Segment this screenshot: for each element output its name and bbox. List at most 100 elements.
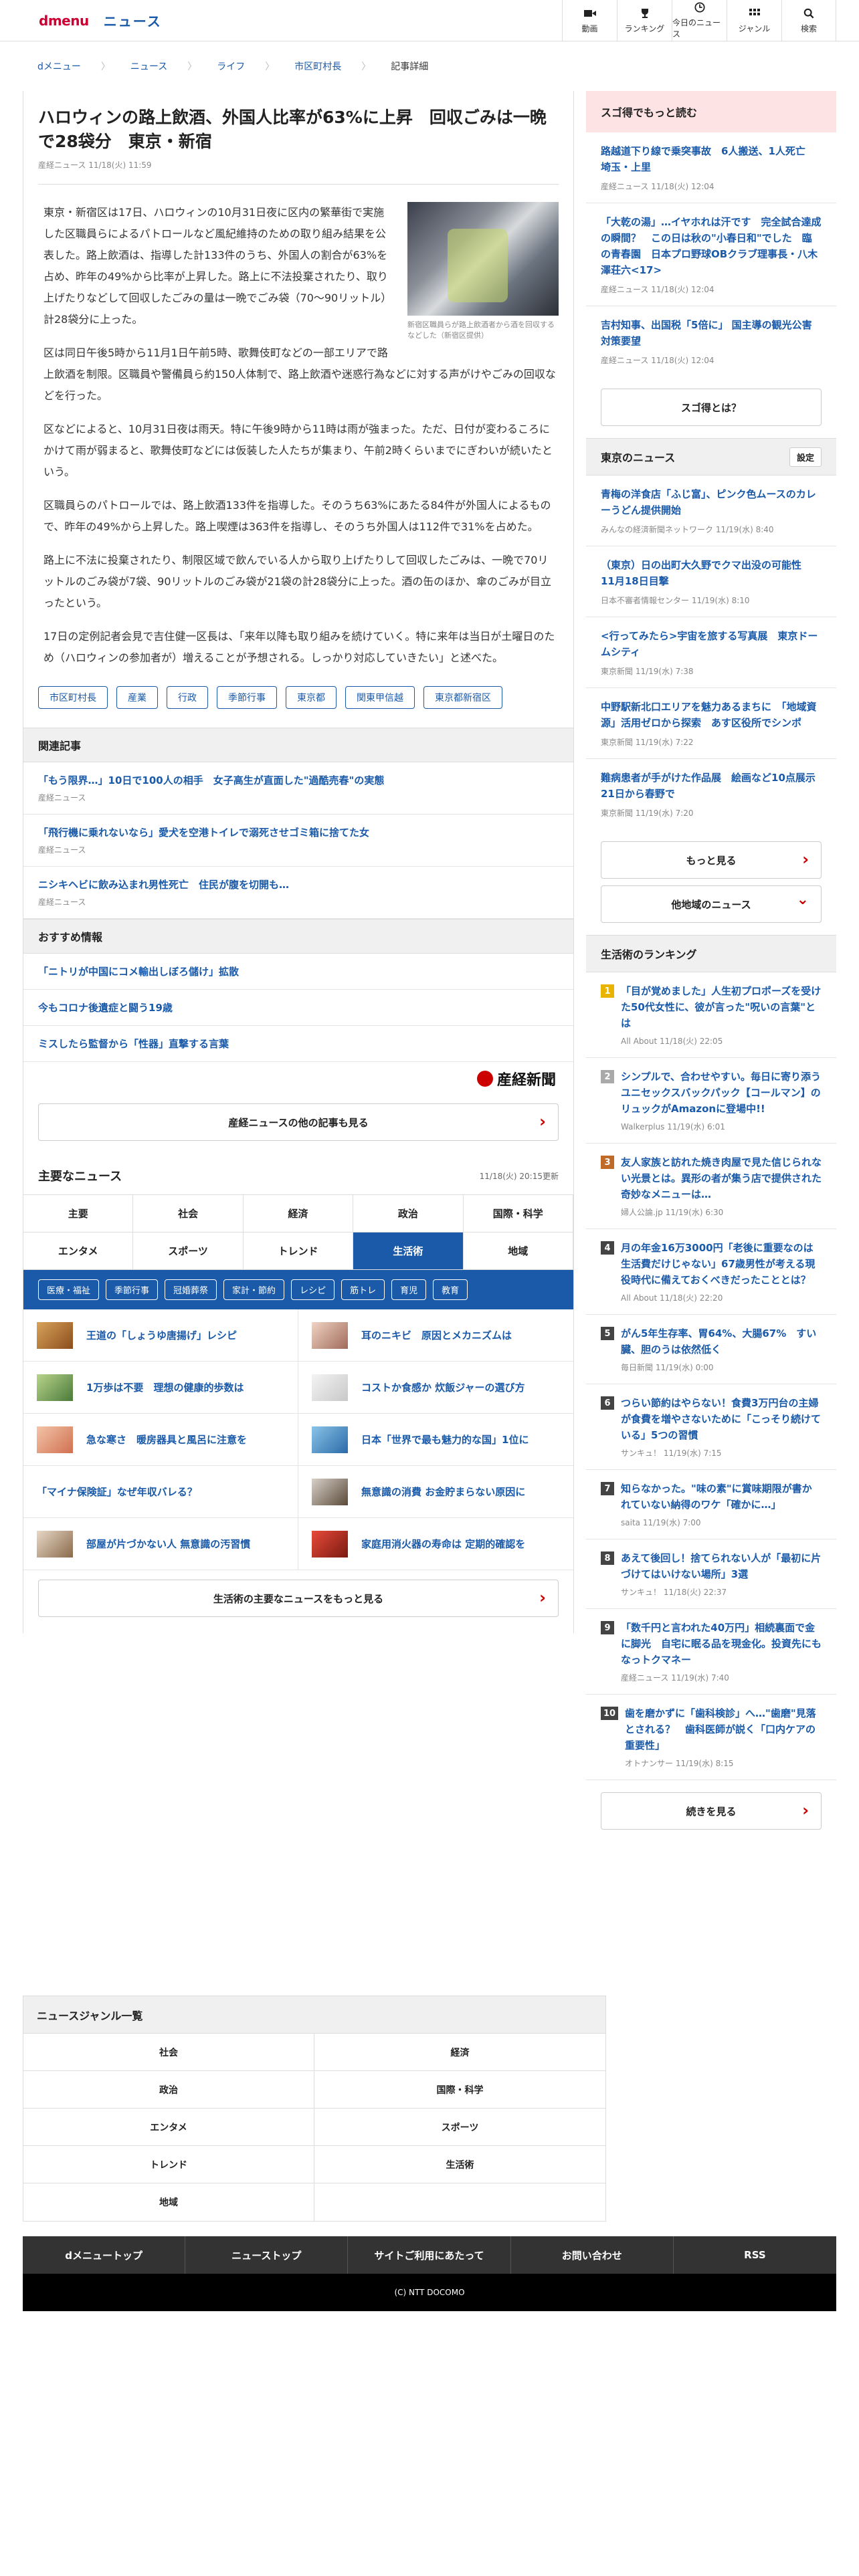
sugotoku-about-button[interactable]: スゴ得とは？	[601, 389, 822, 426]
rank-title[interactable]: あえて後回し！捨てられない人が「最初に片づけてはいけない場所」3選	[621, 1550, 822, 1582]
subtab[interactable]: 育児	[391, 1279, 427, 1300]
related-item[interactable]: ニシキヘビに飲み込まれ男性死亡 住民が腹を切開も… 産経ニュース	[23, 867, 573, 919]
tokyo-news-title[interactable]: 難病患者が手がけた作品展 絵画など10点展示 21日から春野で	[601, 770, 826, 802]
nav-today[interactable]: 今日のニュース	[672, 0, 727, 41]
tag[interactable]: 市区町村長	[38, 686, 108, 709]
news-thumbnail[interactable]	[37, 1374, 73, 1401]
tab-region[interactable]: 地域	[463, 1232, 573, 1270]
subtab[interactable]: 冠婚葬祭	[165, 1279, 217, 1300]
recommend-item[interactable]: ミスしたら監督から「性器」直撃する言葉	[23, 1026, 573, 1062]
news-thumbnail[interactable]	[312, 1426, 348, 1453]
tab-trend[interactable]: トレンド	[243, 1232, 354, 1270]
footer-link-dmenu-top[interactable]: dメニュートップ	[23, 2236, 186, 2274]
rank-title[interactable]: 月の年金16万3000円「老後に重要なのは生活費だけじゃない」67歳男性が考える…	[621, 1240, 822, 1288]
news-section-logo[interactable]: ニュース	[104, 11, 162, 30]
pickup-item[interactable]: 「大乾の湯」…イヤホれは汗です 完全試合達成の瞬間？ この日は秋の"小春日和"で…	[586, 203, 836, 306]
region-setting-button[interactable]: 設定	[789, 447, 822, 467]
genre-link[interactable]: 生活術	[314, 2146, 605, 2183]
nav-video[interactable]: 動画	[562, 0, 617, 41]
news-item[interactable]: 部屋が片づかない人 無意識の汚習慣	[23, 1518, 298, 1570]
pickup-item[interactable]: 吉村知事、出国税「5倍に」 国主導の観光公害対策要望 産経ニュース 11/18(火…	[586, 306, 836, 377]
tag[interactable]: 行政	[167, 686, 208, 709]
ranking-item[interactable]: 7 知らなかった。"味の素"に賞味期限が書かれていない納得のワケ「確かに…」 sai…	[586, 1470, 836, 1539]
tab-main[interactable]: 主要	[23, 1195, 134, 1232]
ranking-item[interactable]: 5 がん5年生存率、胃64%、大腸67% すい臓、胆のうは依然低く 毎日新聞 11/…	[586, 1315, 836, 1384]
footer-link-news-top[interactable]: ニューストップ	[185, 2236, 349, 2274]
news-title[interactable]: 家庭用消火器の寿命は 定期的確認を	[361, 1537, 525, 1551]
tokyo-news-title[interactable]: <行ってみたら>宇宙を旅する写真展 東京ドームシティ	[601, 628, 822, 660]
news-item[interactable]: 1万歩は不要 理想の健康的歩数は	[23, 1362, 298, 1414]
news-item[interactable]: 王道の「しょうゆ唐揚げ」レシピ	[23, 1309, 298, 1362]
news-title[interactable]: 部屋が片づかない人 無意識の汚習慣	[86, 1537, 250, 1551]
rank-title[interactable]: がん5年生存率、胃64%、大腸67% すい臓、胆のうは依然低く	[621, 1325, 822, 1358]
ranking-item[interactable]: 4 月の年金16万3000円「老後に重要なのは生活費だけじゃない」67歳男性が考え…	[586, 1229, 836, 1315]
nav-ranking[interactable]: ランキング	[617, 0, 672, 41]
tokyo-more-button[interactable]: もっと見る	[601, 841, 822, 879]
tab-lifestyle[interactable]: 生活術	[353, 1232, 464, 1270]
rank-title[interactable]: 「目が覚めました」人生初プロポーズを受けた50代女性に、彼が言った"呪いの言葉"…	[621, 983, 822, 1031]
rank-title[interactable]: 友人家族と訪れた焼き肉屋で見た信じられない光景とは。異形の者が集う店で提供された…	[621, 1154, 822, 1202]
news-title[interactable]: 日本「世界で最も魅力的な国」1位に	[361, 1432, 529, 1446]
news-item[interactable]: 耳のニキビ 原因とメカニズムは	[298, 1309, 573, 1362]
ranking-item[interactable]: 1 「目が覚めました」人生初プロポーズを受けた50代女性に、彼が言った"呪いの言葉…	[586, 972, 836, 1058]
tokyo-news-item[interactable]: （東京）日の出町大久野でクマ出没の可能性 11月18日目撃 日本不審者情報センター…	[586, 546, 836, 617]
tokyo-news-item[interactable]: 難病患者が手がけた作品展 絵画など10点展示 21日から春野で 東京新聞 11/1…	[586, 759, 836, 829]
tab-entertainment[interactable]: エンタメ	[23, 1232, 134, 1270]
related-title[interactable]: 「もう限界…」10日で100人の相手 女子高生が直面した"過酷売春"の実態	[38, 773, 559, 788]
genre-link[interactable]: 政治	[23, 2071, 314, 2109]
pickup-title[interactable]: 「大乾の湯」…イヤホれは汗です 完全試合達成の瞬間？ この日は秋の"小春日和"で…	[601, 214, 822, 278]
footer-link-terms[interactable]: サイトご利用にあたって	[348, 2236, 511, 2274]
other-region-button[interactable]: 他地域のニュース	[601, 885, 822, 923]
more-lifestyle-button[interactable]: 生活術の主要なニュースをもっと見る	[38, 1580, 559, 1617]
subtab[interactable]: 季節行事	[106, 1279, 159, 1300]
recommend-item[interactable]: 「ニトリが中国にコメ輸出しぼろ儲け」拡散	[23, 954, 573, 990]
news-thumbnail[interactable]	[312, 1478, 348, 1505]
ranking-item[interactable]: 2 シンプルで、合わせやすい。毎日に寄り添うユニセックスバックパック【コールマン】…	[586, 1058, 836, 1144]
article-photo[interactable]: 新宿区職員らが路上飲酒者から酒を回収するなどした（新宿区提供）	[407, 202, 559, 341]
news-item[interactable]: 無意識の消費 お金貯まらない原因に	[298, 1466, 573, 1518]
genre-link[interactable]: エンタメ	[23, 2109, 314, 2146]
publisher-logo[interactable]: 産経新聞	[23, 1062, 573, 1095]
news-title[interactable]: コストか食感か 炊飯ジャーの選び方	[361, 1380, 524, 1394]
tab-society[interactable]: 社会	[133, 1195, 244, 1232]
news-thumbnail[interactable]	[312, 1530, 348, 1558]
tag[interactable]: 東京都新宿区	[423, 686, 502, 709]
tab-politics[interactable]: 政治	[353, 1195, 464, 1232]
news-thumbnail[interactable]	[37, 1321, 73, 1349]
tag[interactable]: 関東甲信越	[345, 686, 415, 709]
tokyo-news-item[interactable]: 中野駅新北口エリアを魅力あるまちに 「地域資源」活用ゼロから探索 あす区役所でシ…	[586, 688, 836, 759]
subtab[interactable]: 筋トレ	[341, 1279, 385, 1300]
footer-link-rss[interactable]: RSS	[674, 2236, 836, 2274]
tag[interactable]: 東京都	[286, 686, 337, 709]
news-thumbnail[interactable]	[312, 1321, 348, 1349]
tab-economy[interactable]: 経済	[243, 1195, 354, 1232]
genre-link[interactable]: 地域	[23, 2183, 314, 2221]
rank-title[interactable]: 歯を磨かずに「歯科検診」へ…"歯磨"見落とされる？ 歯科医師が説く「口内ケアの重…	[625, 1705, 822, 1753]
rank-title[interactable]: 知らなかった。"味の素"に賞味期限が書かれていない納得のワケ「確かに…」	[621, 1481, 822, 1513]
pickup-title[interactable]: 吉村知事、出国税「5倍に」 国主導の観光公害対策要望	[601, 317, 822, 349]
recommend-item[interactable]: 今もコロナ後遺症と闘う19歳	[23, 990, 573, 1026]
breadcrumb-news[interactable]: ニュース	[130, 60, 167, 73]
ranking-item[interactable]: 6 つらい節約はやらない！食費3万円台の主婦が食費を増やさないために「こっそり続け…	[586, 1384, 836, 1470]
tokyo-news-title[interactable]: 青梅の洋食店「ふじ富」、ピンク色ムースのカレーうどん提供開始	[601, 486, 822, 518]
news-title[interactable]: 「マイナ保険証」なぜ年収バレる？	[37, 1485, 197, 1499]
tab-world[interactable]: 国際・科学	[463, 1195, 573, 1232]
ranking-item[interactable]: 3 友人家族と訪れた焼き肉屋で見た信じられない光景とは。異形の者が集う店で提供され…	[586, 1144, 836, 1229]
related-title[interactable]: 「飛行機に乗れないなら」愛犬を空港トイレで溺死させゴミ箱に捨てた女	[38, 825, 559, 840]
related-item[interactable]: 「飛行機に乗れないなら」愛犬を空港トイレで溺死させゴミ箱に捨てた女 産経ニュース	[23, 815, 573, 867]
nav-genre[interactable]: ジャンル	[727, 0, 781, 41]
breadcrumb-mayor[interactable]: 市区町村長	[294, 60, 341, 73]
ranking-item[interactable]: 9 「数千円と言われた40万円」相続裏面で金に脚光 自宅に眠る品を現金化。投資先に…	[586, 1609, 836, 1695]
footer-link-contact[interactable]: お問い合わせ	[511, 2236, 674, 2274]
tokyo-news-title[interactable]: 中野駅新北口エリアを魅力あるまちに 「地域資源」活用ゼロから探索 あす区役所でシ…	[601, 699, 822, 731]
news-item[interactable]: 日本「世界で最も魅力的な国」1位に	[298, 1414, 573, 1466]
subtab[interactable]: 家計・節約	[223, 1279, 285, 1300]
dmenu-logo[interactable]: dmenu	[39, 13, 89, 29]
tokyo-news-item[interactable]: <行ってみたら>宇宙を旅する写真展 東京ドームシティ 東京新聞 11/19(水) …	[586, 617, 836, 688]
subtab[interactable]: レシピ	[291, 1279, 335, 1300]
tag[interactable]: 季節行事	[217, 686, 277, 709]
ranking-more-button[interactable]: 続きを見る	[601, 1792, 822, 1830]
news-title[interactable]: 無意識の消費 お金貯まらない原因に	[361, 1485, 525, 1499]
photo-image[interactable]	[407, 202, 559, 316]
news-title[interactable]: 王道の「しょうゆ唐揚げ」レシピ	[86, 1328, 237, 1342]
